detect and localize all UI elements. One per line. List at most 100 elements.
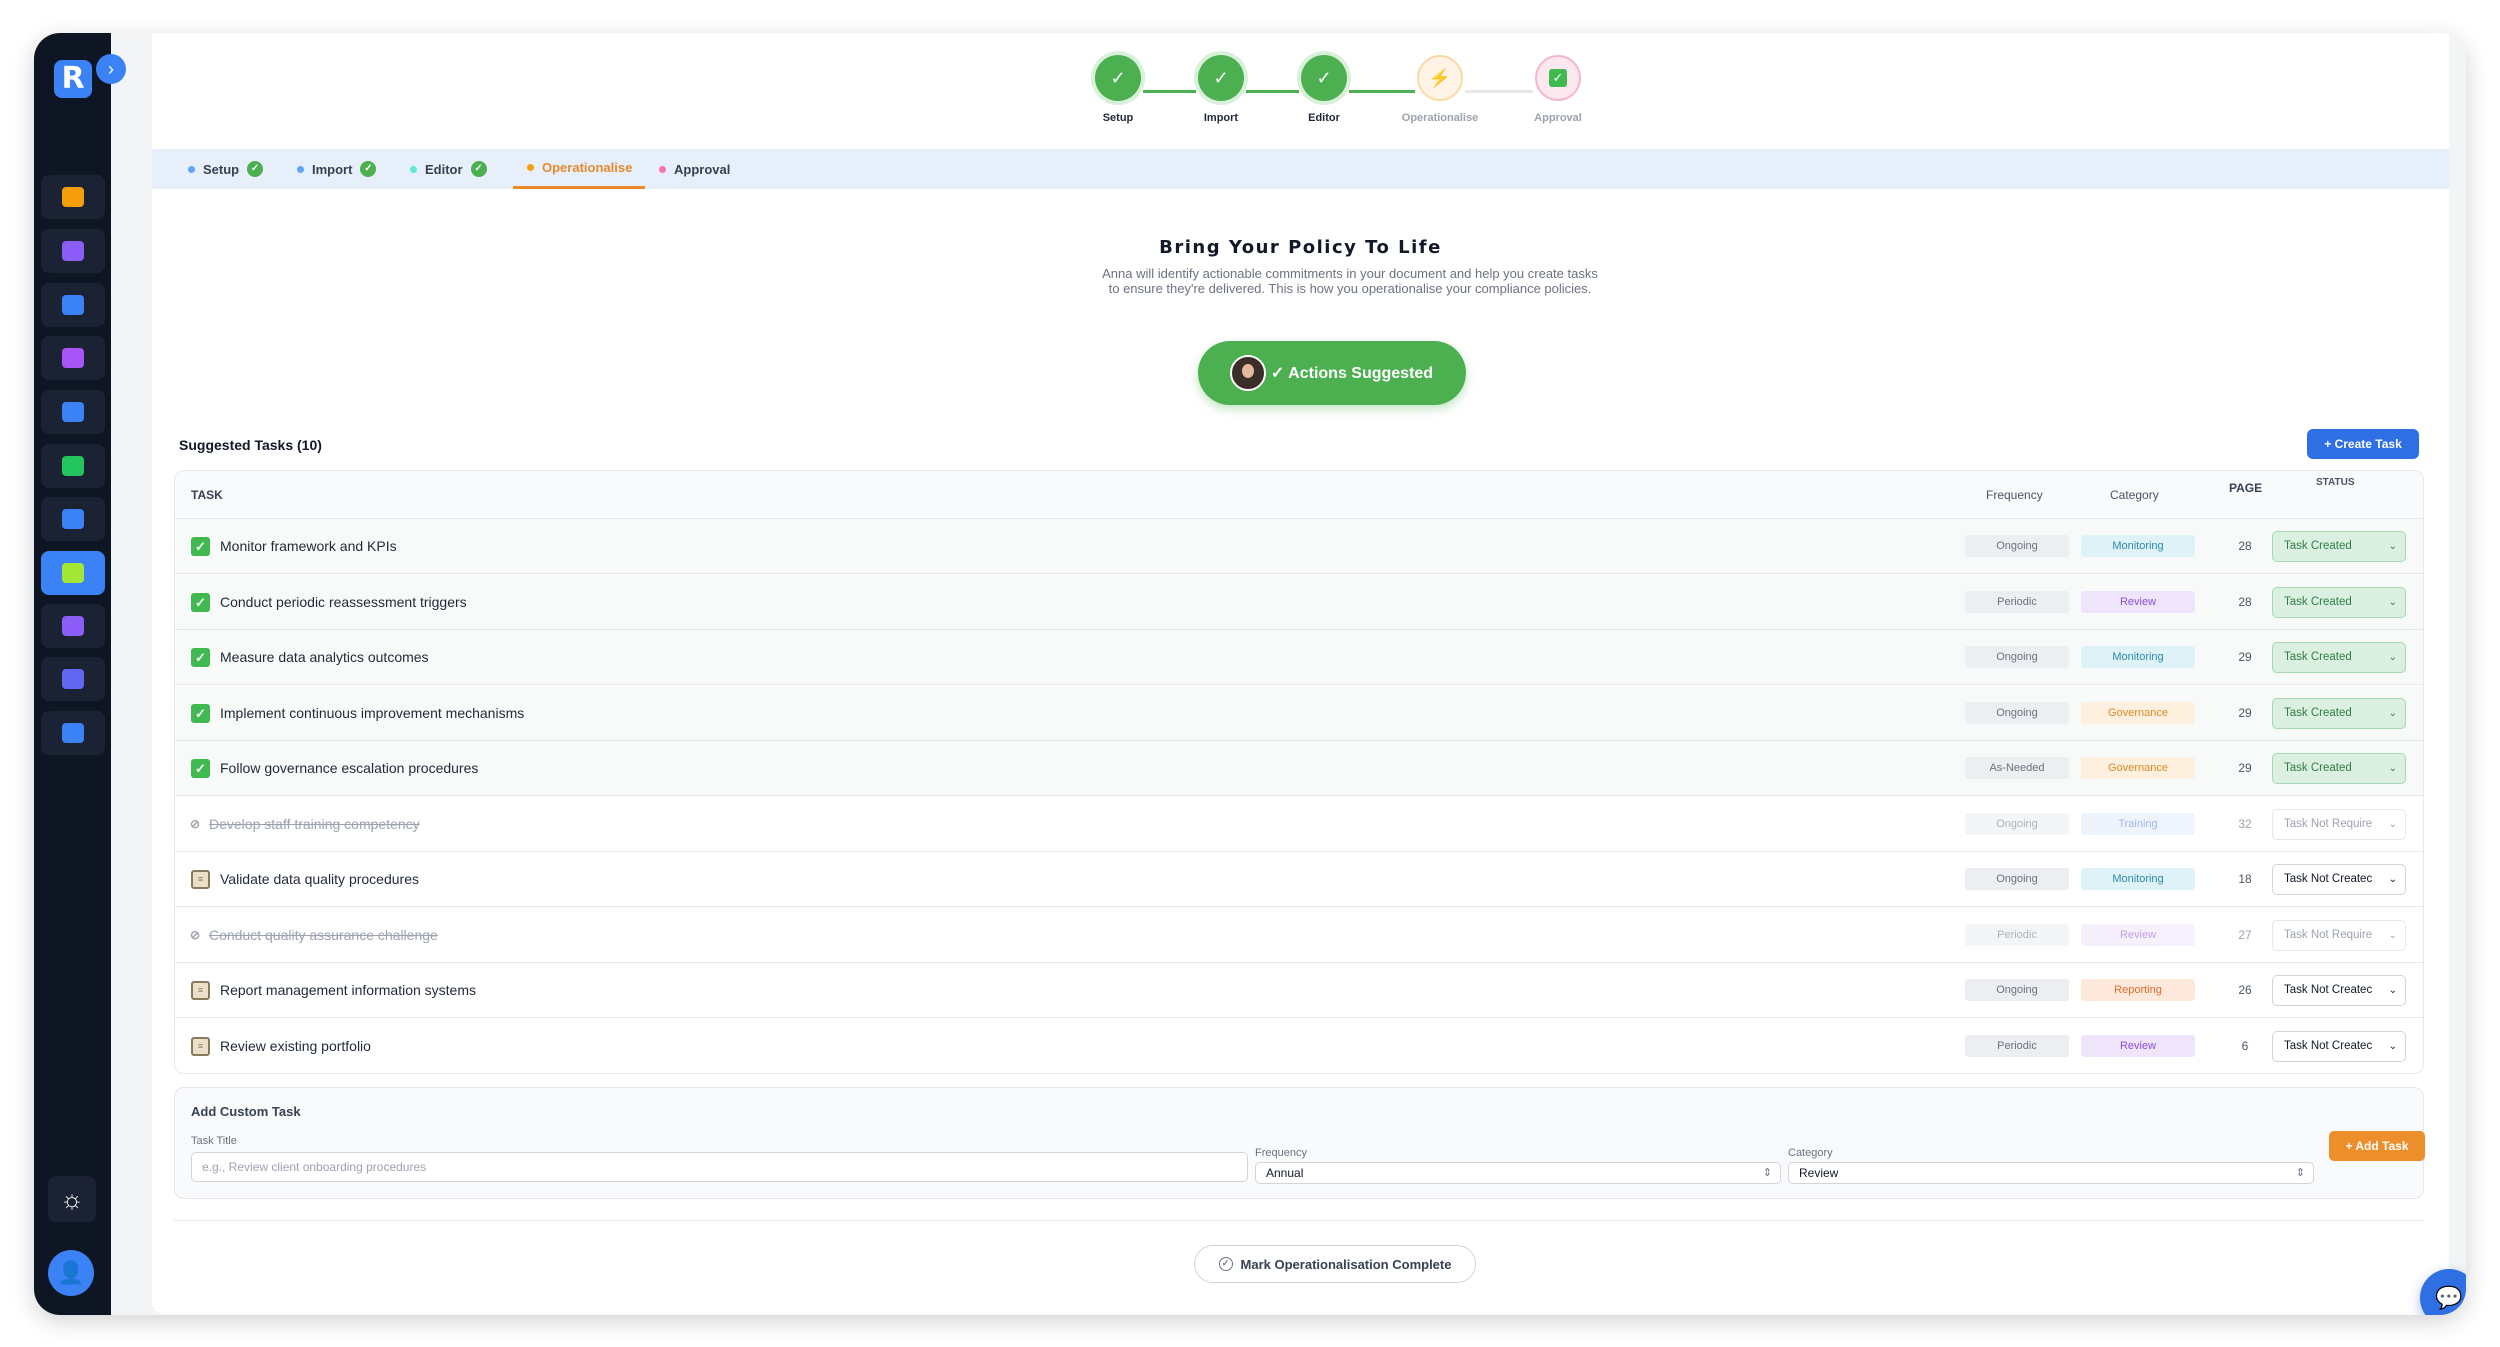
- task-title: Conduct periodic reassessment triggers: [220, 593, 467, 610]
- status-select[interactable]: Task Created ⌄: [2272, 697, 2406, 729]
- sidebar-nav-button[interactable]: [41, 657, 105, 701]
- user-avatar-button[interactable]: 👤: [48, 1250, 94, 1296]
- status-select[interactable]: Task Created ⌄: [2272, 753, 2406, 784]
- page-description: Anna will identify actionable commitment…: [1102, 266, 1598, 296]
- tab-approval[interactable]: Approval: [659, 149, 730, 189]
- shield-icon: [62, 295, 84, 315]
- step-setup[interactable]: ✓ Setup: [1078, 55, 1158, 124]
- check-icon: ✓: [1301, 55, 1347, 101]
- sidebar-nav-button[interactable]: [41, 336, 105, 380]
- table-row[interactable]: ✓ Conduct periodic reassessment triggers P…: [175, 574, 2423, 630]
- page-number: 29: [2238, 761, 2252, 775]
- task-title: Measure data analytics outcomes: [220, 649, 429, 665]
- sidebar-nav-button[interactable]: [41, 551, 105, 595]
- sidebar-nav-button[interactable]: [41, 711, 105, 755]
- table-row[interactable]: ≡ Report management information systems On…: [175, 963, 2423, 1018]
- step-editor[interactable]: ✓ Editor: [1284, 55, 1364, 124]
- building-icon: [62, 187, 84, 207]
- tab-setup[interactable]: Setup ✓: [188, 149, 264, 189]
- page-number: 27: [2238, 927, 2252, 942]
- not-required-icon: ⊘: [189, 816, 201, 831]
- step-operationalise[interactable]: ⚡ Operationalise: [1400, 55, 1480, 124]
- sidebar-nav-button[interactable]: [41, 229, 105, 273]
- create-task-button[interactable]: + Create Task: [2307, 429, 2419, 459]
- tab-label: Setup: [203, 161, 240, 177]
- page-number: 28: [2238, 594, 2252, 609]
- step-import[interactable]: ✓ Import: [1181, 55, 1261, 124]
- status-value: Task Created: [2284, 540, 2352, 552]
- step-approval[interactable]: ✓ Approval: [1518, 55, 1598, 124]
- frequency-badge: Ongoing: [1965, 812, 2069, 835]
- sidebar-nav-button[interactable]: [41, 497, 105, 541]
- status-value: Task Created: [2284, 651, 2352, 663]
- sidebar-nav-button[interactable]: [41, 604, 105, 648]
- sidebar-nav-button[interactable]: [41, 283, 105, 327]
- page-number: 29: [2238, 705, 2252, 720]
- frequency-badge: Periodic: [1965, 1034, 2069, 1057]
- frequency-value: Annual: [1266, 1166, 1304, 1180]
- table-row[interactable]: ✓ Follow governance escalation procedures…: [175, 741, 2423, 796]
- notepad-icon: ≡: [191, 870, 210, 889]
- status-value: Task Not Require: [2284, 817, 2373, 830]
- sidebar-nav-button[interactable]: [41, 175, 105, 219]
- add-task-button[interactable]: + Add Task: [2329, 1131, 2425, 1161]
- status-select[interactable]: Task Not Require ⌄: [2272, 808, 2406, 840]
- tab-operationalise[interactable]: Operationalise: [513, 149, 645, 189]
- table-row[interactable]: ✓ Measure data analytics outcomes Ongoing M…: [175, 630, 2423, 685]
- frequency-label: Frequency: [1255, 1147, 1307, 1159]
- status-select[interactable]: Task Created ⌄: [2272, 531, 2406, 562]
- chevron-down-icon: ⌄: [2388, 596, 2397, 608]
- check-icon: ✓: [1095, 55, 1141, 101]
- step-label: Operationalise: [1401, 112, 1479, 124]
- table-row[interactable]: ≡ Review existing portfolio Periodic Review…: [175, 1018, 2423, 1073]
- status-select[interactable]: Task Not Createc ⌄: [2272, 1030, 2406, 1062]
- status-select[interactable]: Task Created ⌄: [2272, 586, 2406, 618]
- frequency-badge: Ongoing: [1965, 646, 2069, 668]
- frequency-badge: Periodic: [1965, 590, 2069, 613]
- frequency-select[interactable]: Annual ⇕: [1255, 1162, 1781, 1184]
- status-value: Task Created: [2284, 595, 2352, 608]
- page-number: 28: [2238, 539, 2252, 553]
- table-row[interactable]: ✓ Implement continuous improvement mechan…: [175, 685, 2423, 741]
- category-badge: Monitoring: [2081, 535, 2195, 557]
- frequency-badge: Ongoing: [1965, 535, 2069, 557]
- theme-toggle-icon[interactable]: ☼: [48, 1176, 96, 1222]
- tab-dot: [297, 165, 304, 173]
- table-row[interactable]: ✓ Monitor framework and KPIs Ongoing Monito…: [175, 519, 2423, 574]
- table-header: TASK Frequency Category PAGE STATUS: [175, 471, 2423, 519]
- frequency-badge: Ongoing: [1965, 868, 2069, 890]
- sidebar-expand-button[interactable]: ›: [96, 54, 126, 84]
- tab-editor[interactable]: Editor ✓: [410, 149, 487, 189]
- table-row[interactable]: ≡ Validate data quality procedures Ongoing…: [175, 852, 2423, 907]
- sidebar-nav-button[interactable]: [41, 390, 105, 434]
- category-badge: Monitoring: [2081, 646, 2195, 668]
- check-circle-icon: ✓: [360, 161, 377, 177]
- card-icon: [62, 456, 84, 476]
- sidebar-nav-button[interactable]: [41, 444, 105, 488]
- notepad-icon: ≡: [191, 1036, 210, 1056]
- task-title: Conduct quality assurance challenge: [209, 926, 438, 943]
- tab-import[interactable]: Import ✓: [297, 149, 377, 189]
- status-value: Task Not Createc: [2284, 984, 2373, 996]
- table-row[interactable]: ⊘ Develop staff training competency Ongoin…: [175, 796, 2423, 852]
- policy-edit-icon: [62, 563, 84, 583]
- actions-suggested-button[interactable]: ✓ Actions Suggested: [1198, 341, 1466, 405]
- status-select[interactable]: Task Created ⌄: [2272, 642, 2406, 673]
- status-value: Task Created: [2284, 762, 2352, 774]
- stage-tabs: Setup ✓ Import ✓ Editor ✓ Operationalise Approv…: [152, 149, 2449, 189]
- category-select[interactable]: Review ⇕: [1788, 1162, 2314, 1184]
- status-value: Task Not Createc: [2284, 1039, 2373, 1052]
- task-title-input[interactable]: e.g., Review client onboarding procedure…: [191, 1152, 1248, 1182]
- status-select[interactable]: Task Not Createc ⌄: [2272, 975, 2406, 1006]
- task-title: Validate data quality procedures: [220, 871, 419, 887]
- status-value: Task Not Createc: [2284, 873, 2373, 885]
- status-select[interactable]: Task Not Require ⌄: [2272, 919, 2406, 951]
- tasks-table: TASK Frequency Category PAGE STATUS ✓ Mon…: [174, 470, 2424, 1074]
- mark-complete-button[interactable]: ✓ Mark Operationalisation Complete: [1194, 1245, 1476, 1283]
- checkbox-icon: ✓: [1535, 55, 1581, 101]
- table-row[interactable]: ⊘ Conduct quality assurance challenge Peri…: [175, 907, 2423, 963]
- check-circle-icon: ✓: [470, 161, 487, 177]
- status-select[interactable]: Task Not Createc ⌄: [2272, 864, 2406, 895]
- checked-icon: ✓: [191, 703, 210, 723]
- category-badge: Monitoring: [2081, 868, 2195, 890]
